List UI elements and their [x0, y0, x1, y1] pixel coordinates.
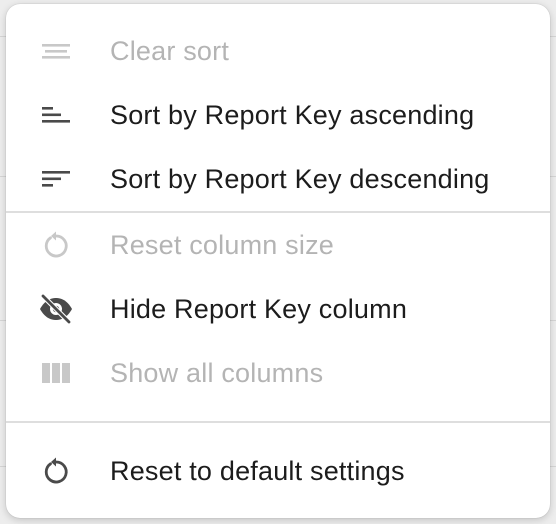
clear-sort-icon	[38, 33, 74, 69]
columns-icon	[38, 355, 74, 391]
sort-ascending-icon	[38, 97, 74, 133]
menu-item-reset-column-size[interactable]: Reset column size	[6, 213, 550, 277]
menu-item-hide-column[interactable]: Hide Report Key column	[6, 277, 550, 341]
menu-item-reset-default-settings[interactable]: Reset to default settings	[6, 439, 550, 503]
column-context-menu: Clear sort Sort by Report Key ascending …	[6, 4, 550, 518]
menu-item-show-all-columns[interactable]: Show all columns	[6, 341, 550, 405]
menu-item-sort-ascending[interactable]: Sort by Report Key ascending	[6, 83, 550, 147]
menu-item-sort-descending[interactable]: Sort by Report Key descending	[6, 147, 550, 211]
reset-icon	[38, 453, 74, 489]
menu-item-label: Sort by Report Key ascending	[110, 100, 475, 130]
eye-off-icon	[38, 291, 74, 327]
sort-descending-icon	[38, 161, 74, 197]
menu-item-label: Clear sort	[110, 36, 230, 66]
menu-item-clear-sort[interactable]: Clear sort	[6, 19, 550, 83]
menu-item-label: Reset to default settings	[110, 456, 405, 486]
menu-item-label: Hide Report Key column	[110, 294, 408, 324]
menu-item-label: Sort by Report Key descending	[110, 164, 490, 194]
menu-item-label: Show all columns	[110, 358, 324, 388]
reset-icon	[38, 227, 74, 263]
menu-item-label: Reset column size	[110, 230, 334, 260]
menu-divider	[6, 421, 550, 423]
